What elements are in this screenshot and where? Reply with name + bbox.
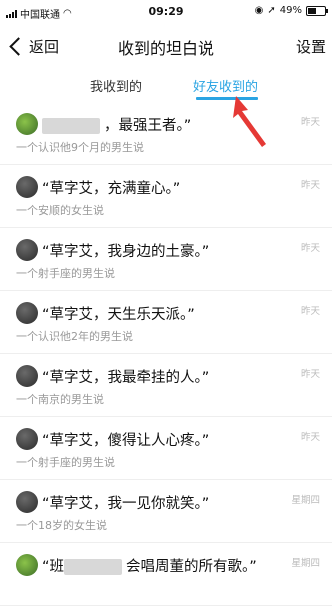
message-time: 昨天 (300, 369, 320, 380)
list-item[interactable]: “草字艾，傻得让人心疼。” 一个射手座的男生说 昨天 (0, 417, 332, 480)
message-list: ，最强王者。” 一个认识他9个月的男生说 昨天 “草字艾，充满童心。” 一个安顺… (0, 102, 332, 606)
avatar (16, 176, 38, 198)
tab-friends-received[interactable]: 好友收到的 (193, 76, 258, 95)
message-source: 一个射手座的男生说 (16, 267, 115, 280)
message-time: 星期四 (291, 495, 320, 506)
avatar (16, 113, 38, 135)
list-item[interactable]: “草字艾，充满童心。” 一个安顺的女生说 昨天 (0, 165, 332, 228)
message-source: 一个认识他9个月的男生说 (16, 141, 144, 154)
page-title: 收到的坦白说 (117, 39, 214, 58)
message-prefix: “班 (42, 559, 65, 575)
message-text: “草字艾，天生乐天派。” (42, 307, 195, 323)
message-text: “草字艾，我身边的土豪。” (42, 244, 210, 260)
status-bar: 中国联通 ◠ 09:29 ◉ ➚ 49% (0, 0, 332, 22)
list-item[interactable]: “草字艾，我身边的土豪。” 一个射手座的男生说 昨天 (0, 228, 332, 291)
message-text: “草字艾，我一见你就笑。” (42, 496, 210, 512)
status-right: ◉ ➚ 49% (254, 5, 328, 16)
message-source: 一个认识他2年的男生说 (16, 330, 133, 343)
message-source: 一个南京的男生说 (16, 393, 104, 406)
list-item[interactable]: ，最强王者。” 一个认识他9个月的男生说 昨天 (0, 102, 332, 165)
avatar (16, 554, 38, 576)
message-source: 一个安顺的女生说 (16, 204, 104, 217)
message-source: 一个18岁的女生说 (16, 519, 107, 532)
message-time: 昨天 (300, 432, 320, 443)
message-text: “草字艾，我最牵挂的人。” (42, 370, 210, 386)
tab-bar: 我收到的 好友收到的 (0, 70, 332, 102)
avatar (16, 428, 38, 450)
tab-received[interactable]: 我收到的 (90, 76, 142, 95)
message-time: 昨天 (300, 117, 320, 128)
avatar (16, 239, 38, 261)
list-item[interactable]: “草字艾，我最牵挂的人。” 一个南京的男生说 昨天 (0, 354, 332, 417)
message-time: 昨天 (300, 243, 320, 254)
blurred-name (64, 559, 123, 575)
battery-icon (306, 5, 328, 16)
message-text: “草字艾，充满童心。” (42, 181, 181, 197)
message-time: 昨天 (300, 180, 320, 191)
battery-percent: 49% (279, 5, 302, 16)
message-text: “草字艾，傻得让人心疼。” (42, 433, 210, 449)
list-item[interactable]: “班 会唱周董的所有歌。” 星期四 (0, 543, 332, 606)
message-text: “班 会唱周董的所有歌。” (42, 555, 257, 576)
message-content: ，最强王者。” (104, 118, 192, 134)
battery-fill (308, 7, 316, 14)
avatar (16, 491, 38, 513)
list-item[interactable]: “草字艾，我一见你就笑。” 一个18岁的女生说 星期四 (0, 480, 332, 543)
message-content: 会唱周董的所有歌。” (126, 559, 257, 575)
message-source: 一个射手座的男生说 (16, 456, 115, 469)
message-text: ，最强王者。” (42, 114, 191, 135)
rotation-lock-icon: ◉ (254, 5, 264, 16)
nav-bar: 返回 收到的坦白说 设置 (0, 22, 332, 70)
message-time: 昨天 (300, 306, 320, 317)
location-icon: ➚ (267, 5, 276, 16)
blurred-name (42, 118, 100, 134)
settings-button[interactable]: 设置 (296, 36, 326, 57)
avatar (16, 302, 38, 324)
avatar (16, 365, 38, 387)
list-item[interactable]: “草字艾，天生乐天派。” 一个认识他2年的男生说 昨天 (0, 291, 332, 354)
message-time: 星期四 (291, 558, 320, 569)
